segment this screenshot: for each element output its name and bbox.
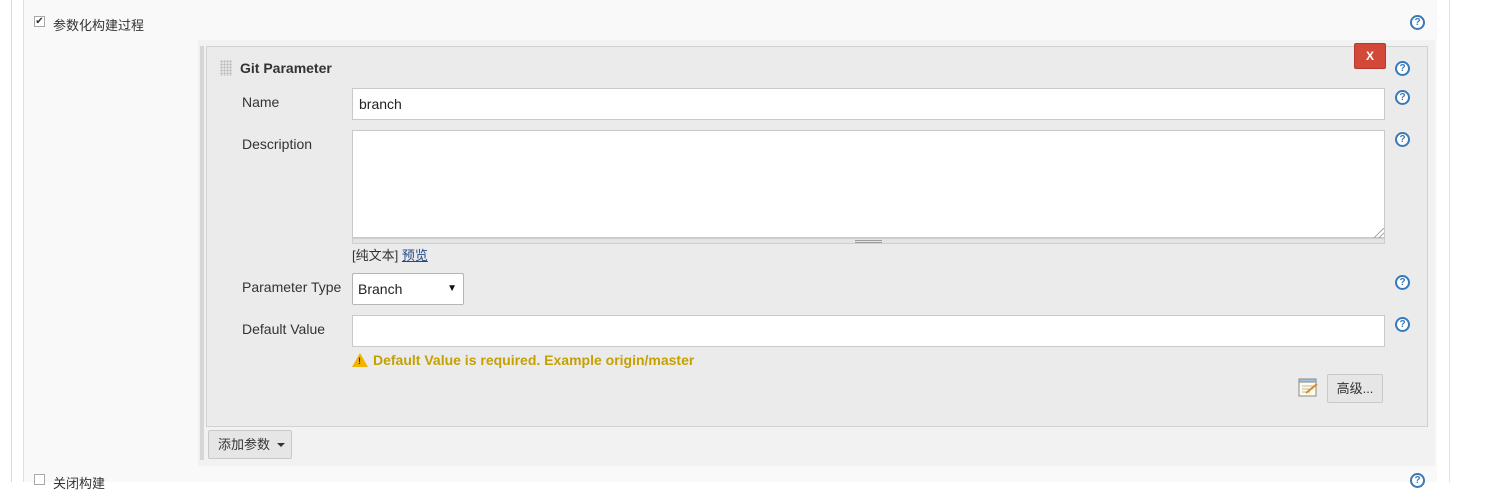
format-indicator: [纯文本] 预览	[352, 245, 428, 264]
resize-grip-icon[interactable]	[1374, 228, 1384, 238]
warning-icon: !	[352, 353, 368, 367]
parameter-type-label: Parameter Type	[242, 279, 342, 295]
disable-build-label: 关闭构建	[53, 476, 106, 491]
resize-bar-grip-icon	[855, 240, 882, 243]
drag-handle-icon[interactable]	[220, 60, 232, 76]
warning-text: Default Value is required. Example origi…	[373, 352, 695, 368]
delete-parameter-button[interactable]: X	[1354, 43, 1386, 69]
help-icon[interactable]: ?	[1395, 132, 1410, 147]
add-parameter-button[interactable]: 添加参数	[208, 430, 292, 459]
caret-down-icon: ▼	[447, 283, 457, 294]
help-icon[interactable]: ?	[1395, 275, 1410, 290]
preview-link[interactable]: 预览	[402, 248, 428, 263]
format-plain-text: [纯文本]	[352, 248, 399, 263]
git-parameter-title: Git Parameter	[240, 60, 332, 76]
help-icon[interactable]: ?	[1395, 317, 1410, 332]
disable-build-checkbox[interactable]	[34, 474, 45, 485]
default-value-label: Default Value	[242, 321, 326, 337]
default-value-input[interactable]	[352, 315, 1385, 347]
parameter-type-value: Branch	[358, 281, 403, 297]
parameterized-build-checkbox[interactable]: ✔	[34, 16, 45, 27]
advanced-button[interactable]: 高级...	[1327, 374, 1383, 403]
description-textarea[interactable]	[352, 130, 1385, 238]
help-icon[interactable]: ?	[1395, 90, 1410, 105]
name-label: Name	[242, 94, 280, 110]
help-icon[interactable]: ?	[1410, 473, 1425, 488]
help-icon[interactable]: ?	[1395, 61, 1410, 76]
outer-border-left	[11, 0, 12, 482]
default-value-warning: ! Default Value is required. Example orig…	[352, 352, 694, 368]
add-parameter-label: 添加参数	[218, 437, 271, 452]
help-icon[interactable]: ?	[1410, 15, 1425, 30]
parameterized-build-label: 参数化构建过程	[53, 18, 145, 33]
caret-down-icon	[277, 443, 286, 447]
parameter-type-select[interactable]: Branch ▼	[352, 273, 464, 305]
parameters-left-bar	[200, 46, 204, 460]
outer-border-right	[1449, 0, 1450, 482]
description-label: Description	[242, 136, 313, 152]
notepad-icon	[1298, 378, 1318, 397]
name-input[interactable]	[352, 88, 1385, 120]
